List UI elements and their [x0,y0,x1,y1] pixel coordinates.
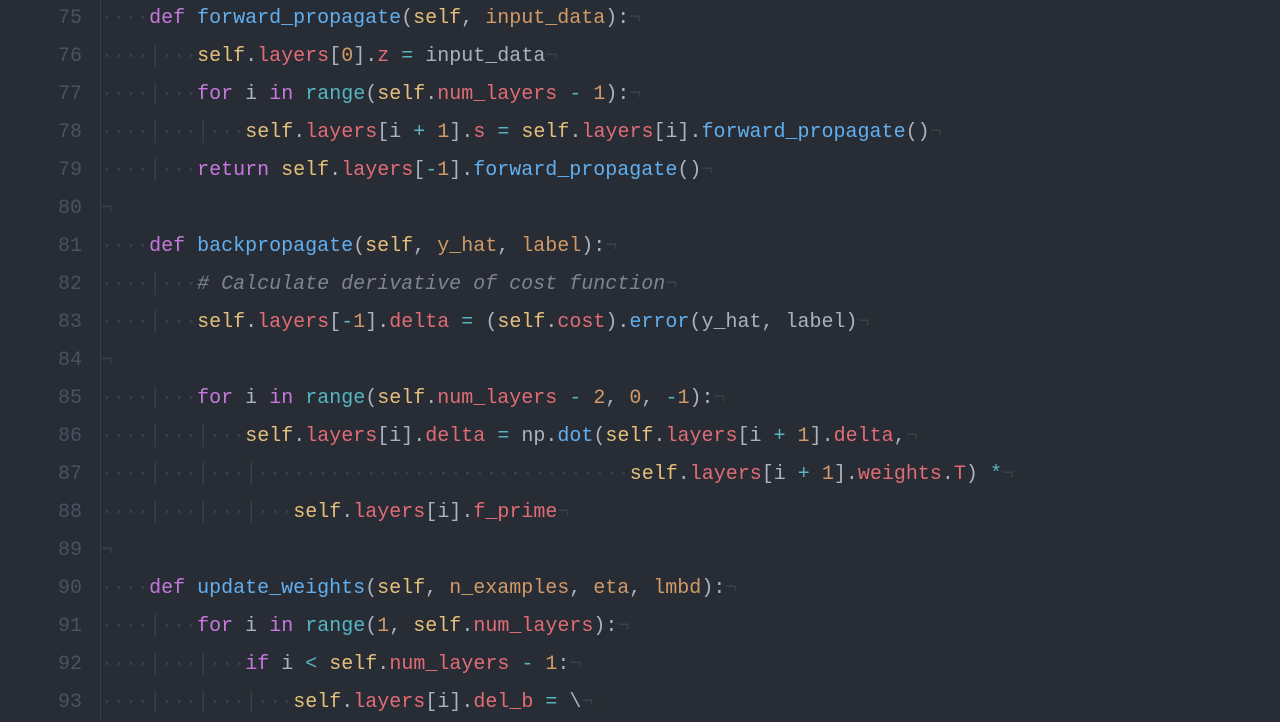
code-line[interactable]: ····│···return self.layers[-1].forward_p… [101,152,1280,190]
code-line[interactable]: ¬ [101,190,1280,228]
code-line[interactable]: ¬ [101,342,1280,380]
code-line[interactable]: ····│···for i in range(1, self.num_layer… [101,608,1280,646]
line-number: 85 [0,380,82,418]
line-number-gutter: 75767778798081828384858687888990919293 [0,0,100,720]
line-number: 81 [0,228,82,266]
code-line[interactable]: ····│···for i in range(self.num_layers -… [101,380,1280,418]
code-line[interactable]: ····def backpropagate(self, y_hat, label… [101,228,1280,266]
line-number: 76 [0,38,82,76]
line-number: 93 [0,684,82,722]
code-line[interactable]: ····│···│···self.layers[i].delta = np.do… [101,418,1280,456]
line-number: 91 [0,608,82,646]
code-line[interactable]: ····│···for i in range(self.num_layers -… [101,76,1280,114]
line-number: 89 [0,532,82,570]
line-number: 87 [0,456,82,494]
line-number: 84 [0,342,82,380]
code-line[interactable]: ····│···self.layers[-1].delta = (self.co… [101,304,1280,342]
code-line[interactable]: ····│···│···│···self.layers[i].f_prime¬ [101,494,1280,532]
code-area[interactable]: ····def forward_propagate(self, input_da… [100,0,1280,720]
line-number: 82 [0,266,82,304]
code-line[interactable]: ····def update_weights(self, n_examples,… [101,570,1280,608]
line-number: 88 [0,494,82,532]
code-line[interactable]: ····def forward_propagate(self, input_da… [101,0,1280,38]
code-line[interactable]: ····│···│···self.layers[i + 1].s = self.… [101,114,1280,152]
code-editor[interactable]: 75767778798081828384858687888990919293 ·… [0,0,1280,720]
code-line[interactable]: ····│···self.layers[0].z = input_data¬ [101,38,1280,76]
code-line[interactable]: ····│···│···│···························… [101,456,1280,494]
line-number: 90 [0,570,82,608]
code-line[interactable]: ····│···# Calculate derivative of cost f… [101,266,1280,304]
line-number: 86 [0,418,82,456]
line-number: 75 [0,0,82,38]
line-number: 92 [0,646,82,684]
code-line[interactable]: ····│···│···if i < self.num_layers - 1:¬ [101,646,1280,684]
line-number: 78 [0,114,82,152]
code-line[interactable]: ····│···│···│···self.layers[i].del_b = \… [101,684,1280,722]
line-number: 83 [0,304,82,342]
line-number: 79 [0,152,82,190]
line-number: 80 [0,190,82,228]
line-number: 77 [0,76,82,114]
code-line[interactable]: ¬ [101,532,1280,570]
